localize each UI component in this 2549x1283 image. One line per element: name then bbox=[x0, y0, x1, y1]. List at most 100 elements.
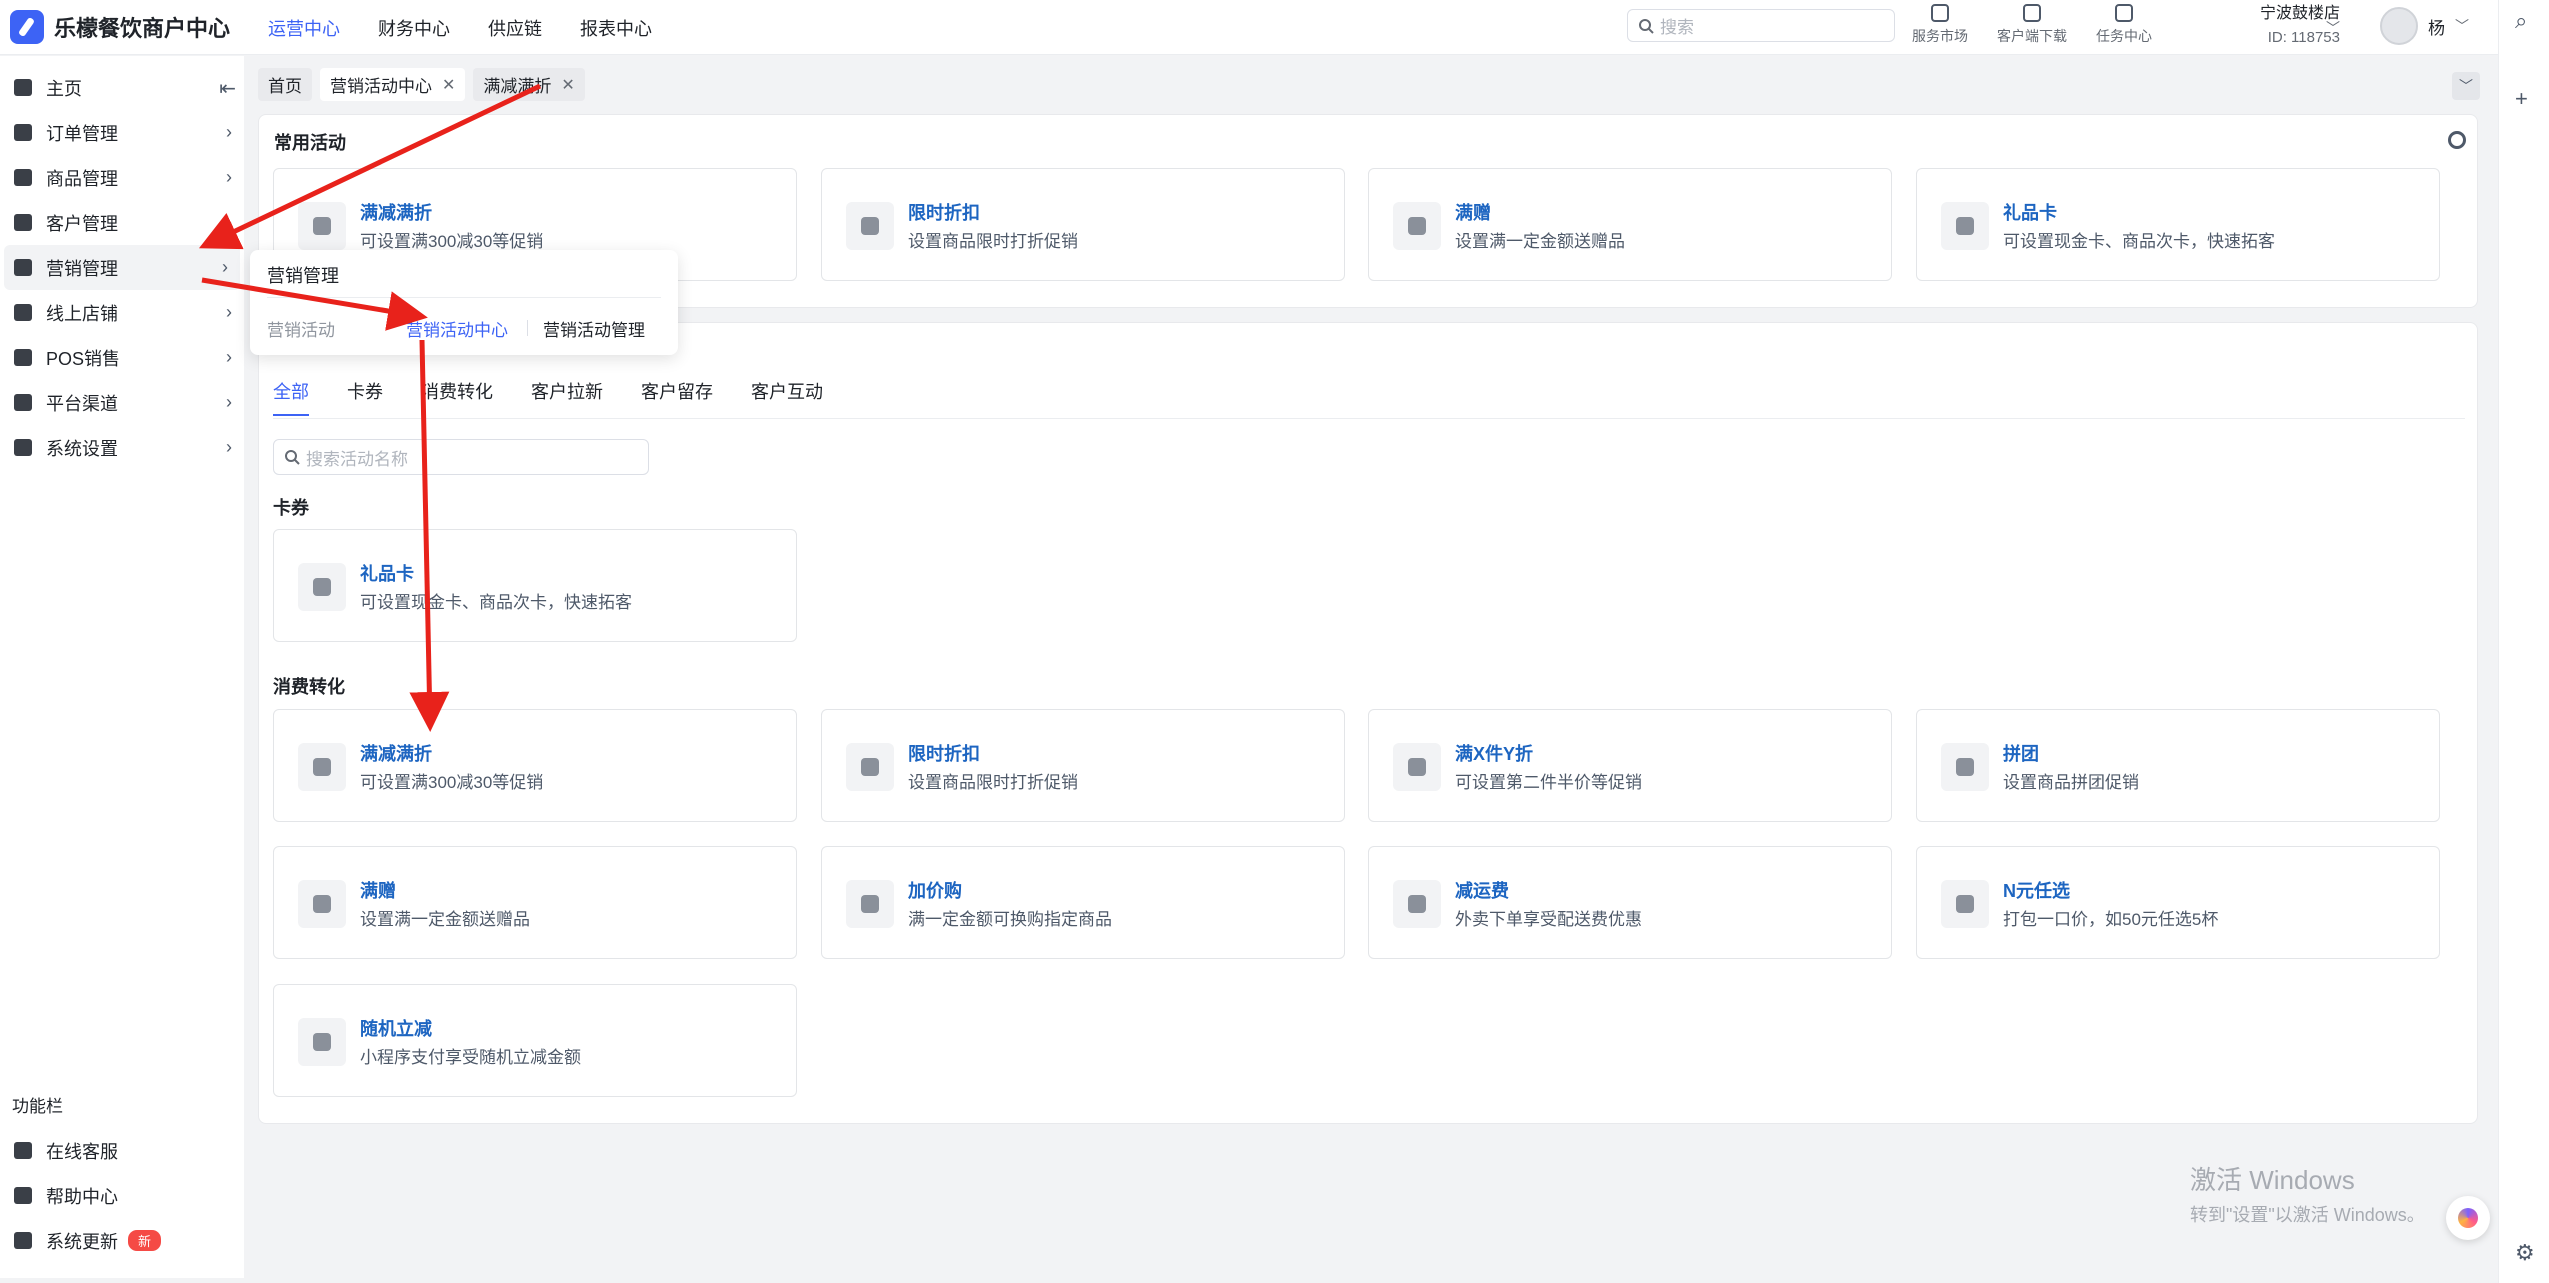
chevron-right-icon: › bbox=[226, 167, 232, 187]
popover-group-label: 营销活动 bbox=[267, 321, 335, 340]
product-icon bbox=[14, 169, 32, 186]
user-icon bbox=[14, 214, 32, 231]
system-update-item[interactable]: 系统更新新 bbox=[0, 1218, 244, 1263]
cart-icon bbox=[846, 880, 894, 928]
card-random-discount[interactable]: 随机立减 小程序支付享受随机立减金额 bbox=[273, 984, 797, 1097]
online-support-item[interactable]: 在线客服 bbox=[0, 1128, 244, 1173]
filter-tab-retention[interactable]: 客户留存 bbox=[641, 378, 713, 416]
chevron-down-icon[interactable]: ﹀ bbox=[2326, 18, 2340, 38]
tab-full-reduction[interactable]: 满减满折 ✕ bbox=[473, 68, 585, 101]
chevron-right-icon: › bbox=[226, 122, 232, 142]
windows-activation-watermark: 激活 Windows 转到"设置"以激活 Windows。 bbox=[2190, 1160, 2425, 1227]
filter-tab-coupons[interactable]: 卡券 bbox=[347, 378, 383, 416]
sidebar-item-customers[interactable]: 客户管理 › bbox=[0, 200, 244, 245]
tool-label: 客户端下载 bbox=[1997, 28, 2067, 44]
sidebar-item-marketing[interactable]: 营销管理 › bbox=[4, 245, 240, 290]
bank-icon bbox=[14, 394, 32, 411]
close-icon[interactable]: ✕ bbox=[442, 75, 455, 95]
sidebar-item-orders[interactable]: 订单管理 › bbox=[0, 110, 244, 155]
topnav-finance[interactable]: 财务中心 bbox=[378, 15, 450, 41]
tab-label: 满减满折 bbox=[483, 77, 552, 96]
filter-tab-all[interactable]: 全部 bbox=[273, 378, 309, 416]
topnav-supply-chain[interactable]: 供应链 bbox=[488, 15, 542, 41]
sidebar-item-settings[interactable]: 系统设置 › bbox=[0, 425, 244, 470]
gift-card-icon bbox=[298, 563, 346, 611]
avatar bbox=[2380, 7, 2418, 45]
card-n-yuan-pick[interactable]: N元任选 打包一口价，如50元任选5杯 bbox=[1916, 846, 2440, 959]
filter-tab-acquisition[interactable]: 客户拉新 bbox=[531, 378, 603, 416]
chevron-right-icon: › bbox=[226, 437, 232, 457]
topnav-operations[interactable]: 运营中心 bbox=[268, 15, 340, 41]
activity-search-input[interactable]: 搜索活动名称 bbox=[273, 439, 649, 475]
card-desc: 小程序支付享受随机立减金额 bbox=[360, 1048, 581, 1067]
card-name: 加价购 bbox=[908, 881, 962, 901]
common-card-gift-card[interactable]: 礼品卡 可设置现金卡、商品次卡，快速拓客 bbox=[1916, 168, 2440, 281]
sidebar-item-label: 主页 bbox=[46, 78, 82, 99]
pos-icon bbox=[14, 349, 32, 366]
app-logo[interactable]: 乐檬餐饮商户中心 bbox=[10, 10, 230, 44]
assistant-float-button[interactable] bbox=[2446, 1196, 2490, 1240]
client-download-button[interactable]: 客户端下载 bbox=[1997, 2, 2067, 46]
sidebar-item-online-store[interactable]: 线上店铺 › bbox=[0, 290, 244, 335]
logo-icon bbox=[10, 10, 44, 44]
user-menu[interactable]: 杨 ﹀ bbox=[2380, 7, 2469, 45]
service-market-button[interactable]: 服务市场 bbox=[1905, 2, 1975, 46]
shuffle-icon bbox=[298, 1018, 346, 1066]
tab-marketing-center[interactable]: 营销活动中心 ✕ bbox=[320, 68, 466, 101]
store-switcher[interactable]: 宁波鼓楼店 ID: 118753 bbox=[2220, 2, 2340, 50]
sidebar-item-home[interactable]: 主页 ⇤ bbox=[0, 65, 244, 110]
close-icon[interactable]: ✕ bbox=[561, 75, 574, 95]
sidebar-item-label: POS销售 bbox=[46, 348, 121, 369]
submenu-marketing-management[interactable]: 营销活动管理 bbox=[543, 316, 645, 341]
common-activities-title: 常用活动 bbox=[274, 133, 346, 153]
gear-icon[interactable] bbox=[2448, 131, 2466, 149]
card-delivery-fee-reduction[interactable]: 减运费 外卖下单享受配送费优惠 bbox=[1368, 846, 1892, 959]
card-gift[interactable]: 满赠设置满一定金额送赠品 bbox=[273, 846, 797, 959]
gear-icon bbox=[14, 439, 32, 456]
card-gift-card[interactable]: 礼品卡 可设置现金卡、商品次卡，快速拓客 bbox=[273, 529, 797, 642]
collapse-sidebar-icon[interactable]: ⇤ bbox=[219, 76, 236, 101]
search-icon[interactable]: ⌕ bbox=[2515, 8, 2527, 34]
card-flash-discount[interactable]: 限时折扣 设置商品限时打折促销 bbox=[821, 709, 1345, 822]
help-icon bbox=[14, 1187, 32, 1204]
global-search-input[interactable]: 搜索 bbox=[1627, 9, 1895, 42]
card-name: 礼品卡 bbox=[2003, 203, 2057, 223]
chevron-right-icon: › bbox=[226, 392, 232, 412]
card-group-buy[interactable]: 拼团 设置商品拼团促销 bbox=[1916, 709, 2440, 822]
common-card-flash-discount[interactable]: 限时折扣 设置商品限时打折促销 bbox=[821, 168, 1345, 281]
top-bar: 乐檬餐饮商户中心 运营中心 财务中心 供应链 报表中心 搜索 服务市场 客户端下… bbox=[0, 0, 2549, 55]
card-desc: 打包一口价，如50元任选5杯 bbox=[2003, 910, 2219, 929]
sidebar-item-pos[interactable]: POS销售 › bbox=[0, 335, 244, 380]
card-desc: 设置满一定金额送赠品 bbox=[360, 910, 530, 929]
section-conversion-label: 消费转化 bbox=[273, 677, 345, 697]
card-add-on-purchase[interactable]: 加价购 满一定金额可换购指定商品 bbox=[821, 846, 1345, 959]
user-name: 杨 bbox=[2428, 18, 2445, 38]
watermark-line-2: 转到"设置"以激活 Windows。 bbox=[2190, 1205, 2425, 1225]
card-name: 减运费 bbox=[1455, 881, 1509, 901]
topnav-reports[interactable]: 报表中心 bbox=[580, 15, 652, 41]
tab-home[interactable]: 首页 bbox=[258, 68, 312, 101]
card-name: 满赠 bbox=[360, 881, 396, 901]
submenu-marketing-center[interactable]: 营销活动中心 bbox=[406, 316, 508, 341]
card-x-items-y-discount[interactable]: 满X件Y折 可设置第二件半价等促销 bbox=[1368, 709, 1892, 822]
watermark-line-1: 激活 Windows bbox=[2190, 1165, 2355, 1195]
plus-icon[interactable]: + bbox=[2515, 86, 2528, 112]
card-name: 拼团 bbox=[2003, 744, 2039, 764]
card-desc: 可设置满300减30等促销 bbox=[360, 773, 544, 792]
help-center-item[interactable]: 帮助中心 bbox=[0, 1173, 244, 1218]
gear-icon[interactable]: ⚙ bbox=[2515, 1240, 2535, 1266]
filter-tab-interaction[interactable]: 客户互动 bbox=[751, 378, 823, 416]
store-name: 宁波鼓楼店 bbox=[2259, 5, 2340, 22]
card-name: 满赠 bbox=[1455, 203, 1491, 223]
card-full-reduction[interactable]: 满减满折 可设置满300减30等促销 bbox=[273, 709, 797, 822]
top-nav: 运营中心 财务中心 供应链 报表中心 bbox=[268, 0, 652, 55]
tabs-more-button[interactable]: ﹀ bbox=[2452, 72, 2480, 100]
sidebar-item-products[interactable]: 商品管理 › bbox=[0, 155, 244, 200]
activity-filter-tabs: 全部 卡券 消费转化 客户拉新 客户留存 客户互动 bbox=[273, 378, 823, 416]
task-center-button[interactable]: 任务中心 bbox=[2089, 2, 2159, 46]
tool-label: 任务中心 bbox=[2096, 28, 2152, 44]
common-card-gift[interactable]: 满赠 设置满一定金额送赠品 bbox=[1368, 168, 1892, 281]
sidebar-item-label: 营销管理 bbox=[46, 258, 118, 279]
sidebar-item-channels[interactable]: 平台渠道 › bbox=[0, 380, 244, 425]
filter-tab-conversion[interactable]: 消费转化 bbox=[421, 378, 493, 416]
